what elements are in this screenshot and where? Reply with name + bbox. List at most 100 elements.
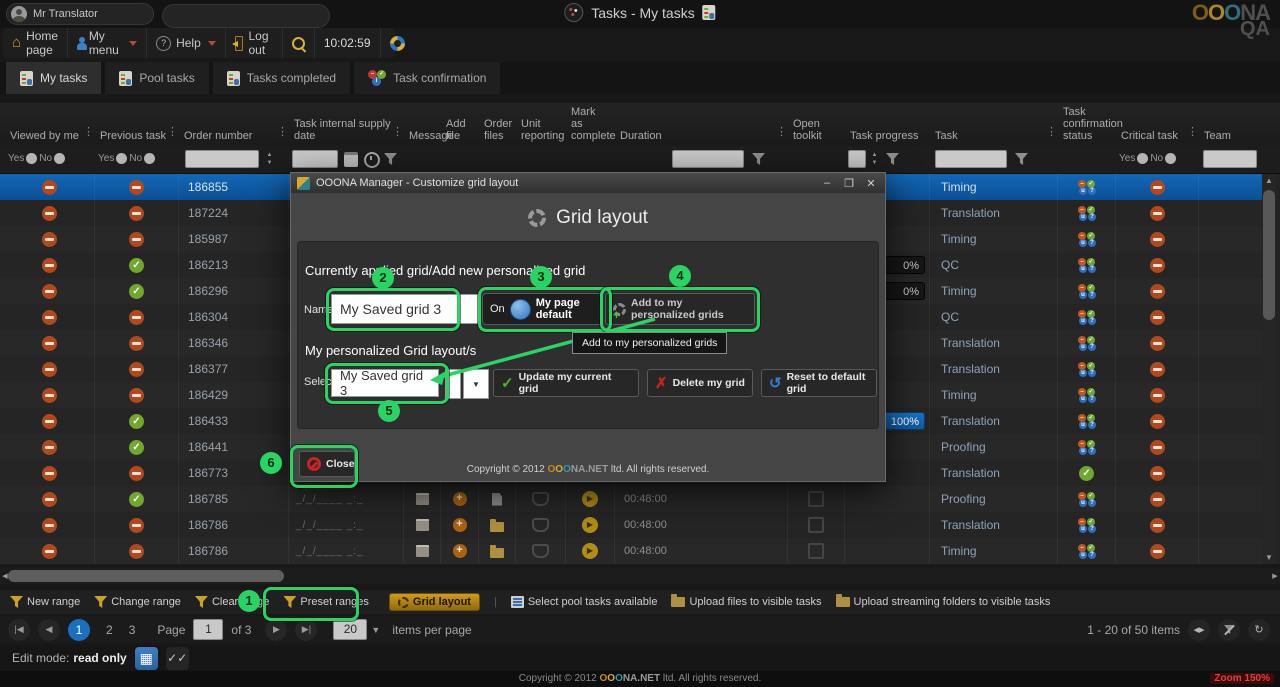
menu-help[interactable]: ? Help [147, 28, 226, 58]
column-menu-icon[interactable]: ⋮ [83, 125, 94, 138]
column-header-13[interactable]: Task confirmation status [1063, 106, 1110, 142]
no-radio[interactable] [1165, 153, 1176, 164]
menu-search[interactable] [283, 28, 315, 58]
scroll-up-icon[interactable]: ▲ [1262, 176, 1276, 185]
funnel-icon[interactable] [1015, 153, 1028, 165]
select-pool-tasks-button[interactable]: Select pool tasks available [511, 596, 658, 608]
reset-default-grid-button[interactable]: ↺ Reset to default grid [761, 369, 877, 397]
column-menu-icon[interactable]: ⋮ [167, 125, 178, 138]
tab-tasks-completed[interactable]: Tasks completed [213, 62, 350, 94]
spinner-icon[interactable]: ▲▼ [263, 149, 276, 169]
yes-radio[interactable] [116, 153, 127, 164]
delete-my-grid-button[interactable]: ✗ Delete my grid [647, 369, 753, 397]
tab-my-tasks[interactable]: My tasks [6, 62, 101, 94]
page-size-select[interactable]: 20 [333, 619, 367, 640]
close-window-button[interactable]: ✕ [863, 177, 879, 190]
filter-input[interactable] [935, 150, 1007, 168]
grid-select-combobox[interactable]: My Saved grid 3 [331, 369, 439, 397]
funnel-icon[interactable] [752, 153, 765, 165]
grid-view-button[interactable]: ▦ [135, 647, 158, 670]
table-row[interactable]: 186786_/_/____ _:_+▶00:48:00Timing–✓u? [0, 538, 1262, 565]
dialog-title-bar[interactable]: OOONA Manager - Customize grid layout – … [291, 173, 885, 193]
column-header-7[interactable]: Unit reporting [521, 118, 560, 142]
column-menu-icon[interactable]: ⋮ [277, 125, 288, 138]
tab-task-confirmation[interactable]: –✓iTask confirmation [354, 62, 500, 94]
column-header-9[interactable]: Duration [620, 130, 782, 142]
column-header-14[interactable]: Critical task [1121, 130, 1193, 142]
next-page-button[interactable]: ▶ [265, 619, 287, 641]
upload-files-button[interactable]: Upload files to visible tasks [671, 596, 821, 608]
grid-layout-button[interactable]: Grid layout [389, 593, 480, 611]
filter-input[interactable] [848, 150, 866, 168]
column-header-0[interactable]: Viewed by me [10, 130, 89, 142]
filter-input[interactable] [185, 150, 259, 168]
funnel-icon[interactable] [886, 153, 899, 165]
yes-radio[interactable] [26, 153, 37, 164]
secondary-pill[interactable] [162, 4, 330, 28]
clear-filter-icon[interactable] [1218, 619, 1240, 641]
column-header-6[interactable]: Order files [484, 118, 510, 142]
column-header-4[interactable]: Message [409, 130, 435, 142]
page-1-button[interactable]: 1 [68, 619, 90, 641]
column-header-10[interactable]: Open toolkit [793, 118, 839, 142]
last-page-button[interactable]: ▶| [295, 619, 317, 641]
vertical-scroll-thumb[interactable] [1263, 190, 1275, 320]
filter-input[interactable] [672, 150, 744, 168]
column-header-5[interactable]: Add file [446, 118, 473, 142]
column-header-8[interactable]: Mark as complete [571, 106, 609, 142]
yes-radio[interactable] [1137, 153, 1148, 164]
new-range-button[interactable]: New range [10, 596, 80, 608]
column-header-15[interactable]: Team [1204, 130, 1254, 142]
column-header-1[interactable]: Previous task [100, 130, 173, 142]
page-size-dropdown-icon[interactable]: ▼ [371, 625, 380, 635]
horizontal-scrollbar[interactable]: ◀ ▶ [0, 568, 1280, 584]
maximize-button[interactable]: ❐ [841, 177, 857, 190]
preset-ranges-button[interactable]: Preset ranges [283, 596, 368, 608]
multi-check-button[interactable]: ✓✓ [166, 647, 189, 670]
first-page-button[interactable]: |◀ [8, 619, 30, 641]
grid-name-input[interactable]: My Saved grid 3 [331, 294, 479, 324]
menu-home-page[interactable]: ⌂ Home page [3, 28, 68, 58]
page-default-toggle[interactable]: On My page default [482, 293, 603, 325]
column-header-3[interactable]: Task internal supply date [294, 118, 398, 142]
scroll-down-icon[interactable]: ▼ [1262, 553, 1276, 562]
column-menu-icon[interactable]: ⋮ [1046, 125, 1057, 138]
no-radio[interactable] [144, 153, 155, 164]
horizontal-scroll-thumb[interactable] [8, 570, 284, 582]
funnel-icon[interactable] [384, 153, 397, 165]
column-menu-icon[interactable]: ⋮ [392, 125, 403, 138]
clock-icon[interactable] [364, 152, 380, 168]
change-range-button[interactable]: Change range [94, 596, 181, 608]
column-header-12[interactable]: Task [935, 130, 1052, 142]
column-header-2[interactable]: Order number [184, 130, 283, 142]
refresh-icon[interactable]: ↻ [1248, 619, 1270, 641]
menu-log-out[interactable]: Log out [226, 28, 283, 58]
yesno-filter[interactable]: YesNo [8, 153, 65, 164]
scroll-right-icon[interactable]: ▶ [1270, 572, 1280, 580]
prev-page-button[interactable]: ◀ [38, 619, 60, 641]
minimize-button[interactable]: – [819, 177, 835, 189]
no-radio[interactable] [54, 153, 65, 164]
toggle-knob[interactable] [510, 299, 531, 320]
page-3-button[interactable]: 3 [129, 623, 136, 637]
fit-columns-icon[interactable]: ◂▸ [1188, 619, 1210, 641]
table-row[interactable]: ✓186785_/_/____ _:_+▶00:48:00Proofing–✓u… [0, 486, 1262, 513]
column-menu-icon[interactable]: ⋮ [1187, 125, 1198, 138]
menu-my-menu[interactable]: My menu [68, 28, 147, 58]
combobox-dropdown-icon[interactable]: ▼ [463, 369, 489, 399]
column-header-11[interactable]: Task progress [850, 130, 924, 142]
add-to-personalized-grids-button[interactable]: Add to my personalized grids [605, 293, 755, 325]
tab-pool-tasks[interactable]: Pool tasks [105, 62, 208, 94]
page-number-input[interactable]: 1 [193, 619, 223, 640]
update-current-grid-button[interactable]: ✓ Update my current grid [493, 369, 639, 397]
vertical-scrollbar[interactable]: ▲ ▼ [1262, 174, 1276, 564]
upload-streaming-folders-button[interactable]: Upload streaming folders to visible task… [836, 596, 1051, 608]
column-menu-icon[interactable]: ⋮ [776, 125, 787, 138]
page-2-button[interactable]: 2 [106, 623, 113, 637]
yesno-filter[interactable]: YesNo [1119, 153, 1176, 164]
menu-status[interactable] [381, 28, 414, 58]
filter-input[interactable] [292, 150, 338, 168]
yesno-filter[interactable]: YesNo [98, 153, 155, 164]
calendar-icon[interactable] [344, 152, 358, 167]
table-row[interactable]: 186786_/_/____ _:_+▶00:48:00Translation–… [0, 512, 1262, 539]
